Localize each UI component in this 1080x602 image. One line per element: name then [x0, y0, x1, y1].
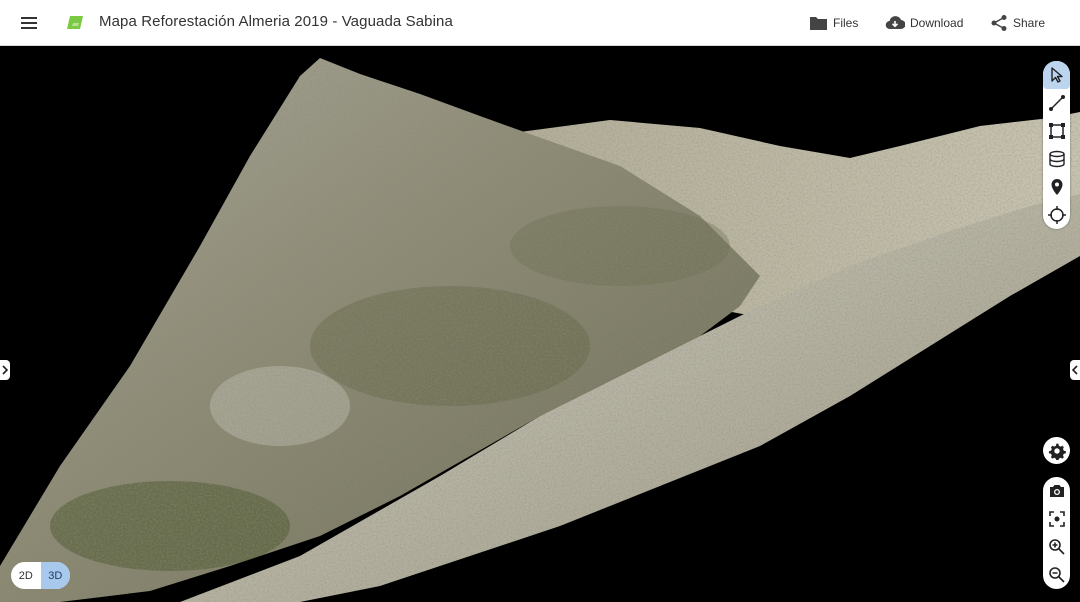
app-logo-icon: [67, 16, 83, 29]
zoom-in-icon[interactable]: [1043, 533, 1070, 561]
cloud-download-icon: [885, 16, 905, 30]
files-button[interactable]: Files: [809, 13, 858, 33]
files-button-label: Files: [833, 16, 859, 30]
view-mode-switch: 2D 3D: [11, 562, 70, 589]
left-panel-toggle[interactable]: [0, 360, 10, 380]
top-bar: Mapa Reforestación Almeria 2019 - Vaguad…: [0, 0, 1080, 46]
share-icon: [991, 15, 1007, 31]
measure-area-icon[interactable]: [1043, 117, 1070, 145]
measure-toolbar: [1043, 61, 1070, 229]
share-button[interactable]: Share: [990, 13, 1045, 33]
terrain-model[interactable]: [0, 46, 1080, 602]
right-panel-toggle[interactable]: [1070, 360, 1080, 380]
3d-viewer[interactable]: 2D 3D: [0, 46, 1080, 602]
chevron-right-icon: [2, 365, 9, 375]
crosshair-icon[interactable]: [1043, 201, 1070, 229]
measure-volume-icon[interactable]: [1043, 145, 1070, 173]
settings-icon: [1048, 443, 1066, 460]
view-toolbar: [1043, 477, 1070, 589]
zoom-out-icon[interactable]: [1043, 561, 1070, 589]
measure-distance-icon[interactable]: [1043, 89, 1070, 117]
mode-3d-button[interactable]: 3D: [40, 562, 70, 589]
hamburger-menu-icon[interactable]: [19, 14, 39, 32]
pointer-icon[interactable]: [1043, 61, 1070, 89]
fit-view-icon[interactable]: [1043, 505, 1070, 533]
folder-icon: [810, 17, 827, 30]
share-button-label: Share: [1013, 16, 1046, 30]
settings-button[interactable]: [1043, 437, 1070, 464]
download-button-label: Download: [910, 16, 964, 30]
page-title: Mapa Reforestación Almeria 2019 - Vaguad…: [99, 13, 453, 30]
mode-2d-button[interactable]: 2D: [11, 562, 41, 589]
point-marker-icon[interactable]: [1043, 173, 1070, 201]
camera-icon[interactable]: [1043, 477, 1070, 505]
download-button[interactable]: Download: [885, 13, 963, 33]
chevron-left-icon: [1071, 365, 1078, 375]
